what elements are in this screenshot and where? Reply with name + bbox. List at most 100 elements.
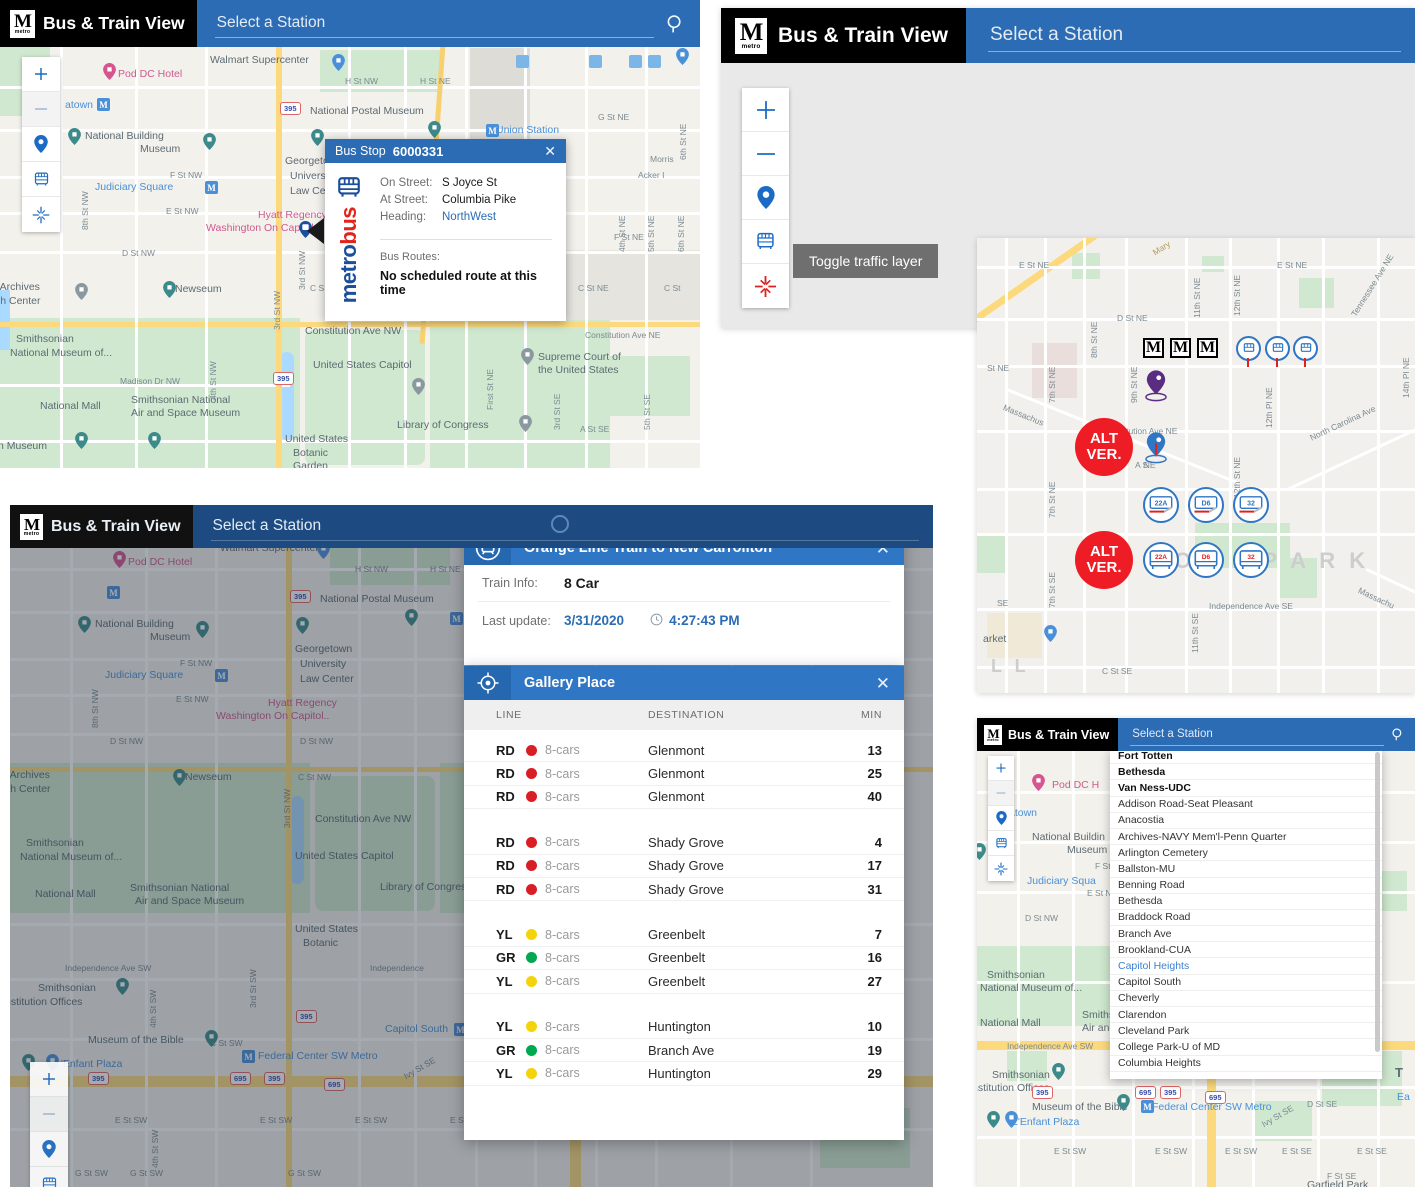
station-list-item[interactable]: Addison Road-Seat Pleasant [1110, 797, 1382, 813]
map-pin[interactable] [1032, 774, 1045, 791]
arrival-row[interactable]: GR8-carsBranch Ave19 [464, 1039, 904, 1062]
map-icon-badge[interactable] [648, 55, 661, 68]
station-list-item[interactable]: Benning Road [1110, 878, 1382, 894]
traffic-layer-button[interactable] [22, 197, 60, 232]
station-list-item[interactable]: College Park-U of MD [1110, 1039, 1382, 1055]
map-pin[interactable] [977, 843, 986, 860]
station-list-item[interactable]: Brookland-CUA [1110, 942, 1382, 958]
traffic-layer-button[interactable] [988, 856, 1014, 881]
station-list-item[interactable]: Clarendon [1110, 1007, 1382, 1023]
arrival-row[interactable]: YL8-carsGreenbelt7 [464, 923, 904, 946]
station-list-item[interactable]: Capitol Heights [1110, 958, 1382, 974]
metro-mark-icon[interactable]: M [1143, 338, 1164, 358]
map-pin[interactable] [332, 54, 345, 71]
map-pin[interactable] [412, 378, 425, 395]
map-controls-top-left[interactable] [22, 57, 60, 232]
metro-mark-icon[interactable]: M [1170, 338, 1191, 358]
bus-layer-button[interactable] [30, 1167, 68, 1187]
map-pin[interactable] [148, 432, 161, 449]
station-dropdown-list[interactable]: Fort TottenBethesdaVan Ness-UDCAddison R… [1110, 748, 1382, 1079]
locate-button[interactable] [742, 176, 789, 220]
map-controls-bottom-right[interactable] [988, 756, 1014, 881]
field-value[interactable]: NorthWest [442, 209, 496, 226]
station-list-item[interactable]: Bethesda [1110, 764, 1382, 780]
map-pin[interactable] [311, 129, 324, 146]
zoom-out-button[interactable] [30, 1097, 68, 1132]
arrival-row[interactable]: RD8-carsShady Grove31 [464, 878, 904, 901]
locate-button[interactable] [22, 127, 60, 162]
search-input[interactable] [215, 10, 654, 38]
arrival-row[interactable]: YL8-carsGreenbelt27 [464, 970, 904, 993]
map-pin[interactable] [1005, 1111, 1018, 1128]
zoom-in-button[interactable] [30, 1062, 68, 1097]
traffic-layer-button[interactable] [742, 264, 789, 308]
map-pin[interactable] [203, 133, 216, 150]
map-icon-badge[interactable] [516, 55, 529, 68]
bus-layer-button[interactable] [742, 220, 789, 264]
station-list-item[interactable]: Braddock Road [1110, 910, 1382, 926]
map-pin[interactable] [428, 121, 441, 138]
arrival-row[interactable]: YL8-carsHuntington10 [464, 1016, 904, 1039]
arrival-row[interactable]: YL8-carsHuntington29 [464, 1062, 904, 1085]
location-marker-blue[interactable] [1145, 432, 1167, 469]
search-icon[interactable] [1390, 727, 1405, 742]
metro-badge[interactable]: M [97, 98, 110, 111]
locate-button[interactable] [30, 1132, 68, 1167]
map-pin[interactable] [163, 281, 176, 298]
location-marker-purple[interactable] [1145, 370, 1167, 407]
map-controls-bottom-left[interactable] [30, 1062, 68, 1187]
bus-route-marker[interactable]: D6 [1188, 487, 1224, 523]
station-list-item[interactable]: Cheverly [1110, 991, 1382, 1007]
search-input[interactable] [988, 20, 1401, 52]
map-pin[interactable] [987, 1111, 1000, 1128]
map-pin[interactable] [1052, 1063, 1065, 1080]
bus-route-marker[interactable]: 32 [1233, 487, 1269, 523]
station-list-item[interactable]: Bethesda [1110, 894, 1382, 910]
arrival-row[interactable]: RD8-carsGlenmont13 [464, 739, 904, 762]
station-list-item[interactable]: Branch Ave [1110, 926, 1382, 942]
zoom-out-button[interactable] [988, 781, 1014, 806]
arrival-row[interactable]: GR8-carsGreenbelt16 [464, 947, 904, 970]
bus-route-marker[interactable]: 22A [1143, 542, 1179, 578]
search-input[interactable] [1130, 724, 1384, 746]
bus-route-marker[interactable]: 32 [1233, 542, 1269, 578]
arrival-row[interactable]: RD8-carsShady Grove17 [464, 855, 904, 878]
metro-badge[interactable]: M [486, 124, 499, 137]
zoom-in-button[interactable] [742, 88, 789, 132]
map-pin[interactable] [75, 283, 88, 300]
zoom-out-button[interactable] [22, 92, 60, 127]
map-canvas-markers[interactable]: L C O L N P A R K L L E St NE E St NE Ma… [977, 238, 1415, 693]
station-list-item[interactable]: Anacostia [1110, 813, 1382, 829]
arrival-row[interactable]: RD8-carsGlenmont25 [464, 762, 904, 785]
station-list-item[interactable]: Archives-NAVY Mem'l-Penn Quarter [1110, 829, 1382, 845]
metro-badge[interactable]: M [205, 181, 218, 194]
dropdown-scrollbar[interactable] [1375, 752, 1380, 1052]
bus-layer-button[interactable] [22, 162, 60, 197]
locate-button[interactable] [988, 806, 1014, 831]
map-icon-badge[interactable] [589, 55, 602, 68]
bus-route-marker[interactable]: D6 [1188, 542, 1224, 578]
station-list-item[interactable]: Cleveland Park [1110, 1023, 1382, 1039]
close-icon[interactable]: ✕ [544, 144, 556, 158]
zoom-out-button[interactable] [742, 132, 789, 176]
metro-badge[interactable]: M [1141, 1100, 1154, 1113]
map-pin[interactable] [676, 48, 689, 65]
station-list-item[interactable]: Ballston-MU [1110, 861, 1382, 877]
map-controls-top-right[interactable] [742, 88, 789, 308]
arrival-row[interactable]: RD8-carsGlenmont40 [464, 786, 904, 809]
map-pin[interactable] [1117, 1094, 1130, 1111]
arrival-row[interactable]: RD8-carsShady Grove4 [464, 831, 904, 854]
close-icon[interactable]: ✕ [876, 675, 890, 692]
station-list-item[interactable]: Columbia Heights [1110, 1056, 1382, 1072]
bus-layer-button[interactable] [988, 831, 1014, 856]
search-icon[interactable] [664, 13, 686, 35]
map-icon-badge[interactable] [629, 55, 642, 68]
map-pin[interactable] [519, 415, 532, 432]
map-pin[interactable] [103, 63, 116, 80]
station-list-item[interactable]: Van Ness-UDC [1110, 780, 1382, 796]
map-pin[interactable] [521, 348, 534, 365]
zoom-in-button[interactable] [988, 756, 1014, 781]
station-list-item[interactable]: Arlington Cemetery [1110, 845, 1382, 861]
map-pin[interactable] [1044, 625, 1057, 642]
station-list-item[interactable]: Capitol South [1110, 975, 1382, 991]
